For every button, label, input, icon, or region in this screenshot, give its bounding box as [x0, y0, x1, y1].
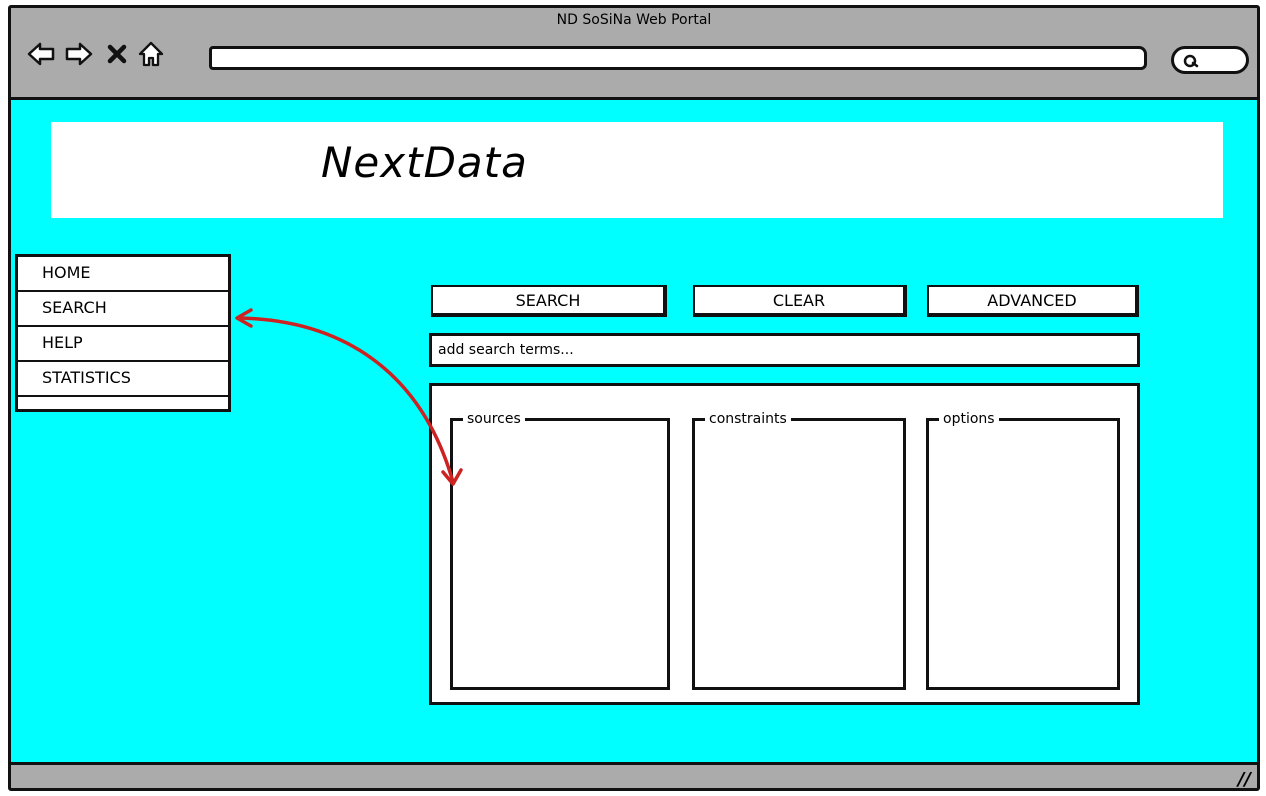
- menu-item-home[interactable]: HOME: [18, 257, 228, 292]
- home-icon[interactable]: [137, 40, 165, 68]
- search-terms-input[interactable]: [429, 333, 1140, 367]
- constraints-group[interactable]: constraints: [692, 409, 906, 690]
- back-arrow-icon[interactable]: [27, 40, 55, 68]
- search-options-panel: sources constraints options: [429, 383, 1140, 705]
- sources-group[interactable]: sources: [450, 409, 670, 690]
- address-bar[interactable]: [209, 46, 1147, 70]
- site-logo-title: NextData: [321, 138, 528, 187]
- browser-titlebar: ND SoSiNa Web Portal: [11, 8, 1257, 100]
- options-group-label: options: [939, 409, 999, 429]
- stop-icon[interactable]: [103, 40, 131, 68]
- menu-item-statistics[interactable]: STATISTICS: [18, 362, 228, 397]
- sources-group-label: sources: [463, 409, 525, 429]
- page-content: NextData HOME SEARCH HELP STATISTICS SEA…: [11, 100, 1257, 762]
- clear-button[interactable]: CLEAR: [693, 285, 907, 317]
- search-icon: [1183, 54, 1199, 68]
- menu-item-search[interactable]: SEARCH: [18, 292, 228, 327]
- menu-bottom-divider: [18, 401, 228, 411]
- advanced-button[interactable]: ADVANCED: [927, 285, 1139, 317]
- search-button[interactable]: SEARCH: [431, 285, 667, 317]
- window-title: ND SoSiNa Web Portal: [556, 12, 712, 28]
- constraints-group-label: constraints: [705, 409, 791, 429]
- browser-search-button[interactable]: [1171, 46, 1249, 74]
- browser-window: ND SoSiNa Web Portal NextData HOME SEARC…: [8, 5, 1260, 791]
- forward-arrow-icon[interactable]: [65, 40, 93, 68]
- resize-handle-icon[interactable]: //: [1238, 769, 1251, 788]
- browser-statusbar: //: [11, 762, 1257, 788]
- menu-item-help[interactable]: HELP: [18, 327, 228, 362]
- nav-menu: HOME SEARCH HELP STATISTICS: [15, 254, 231, 412]
- header-banner: NextData: [51, 122, 1223, 218]
- options-group[interactable]: options: [926, 409, 1120, 690]
